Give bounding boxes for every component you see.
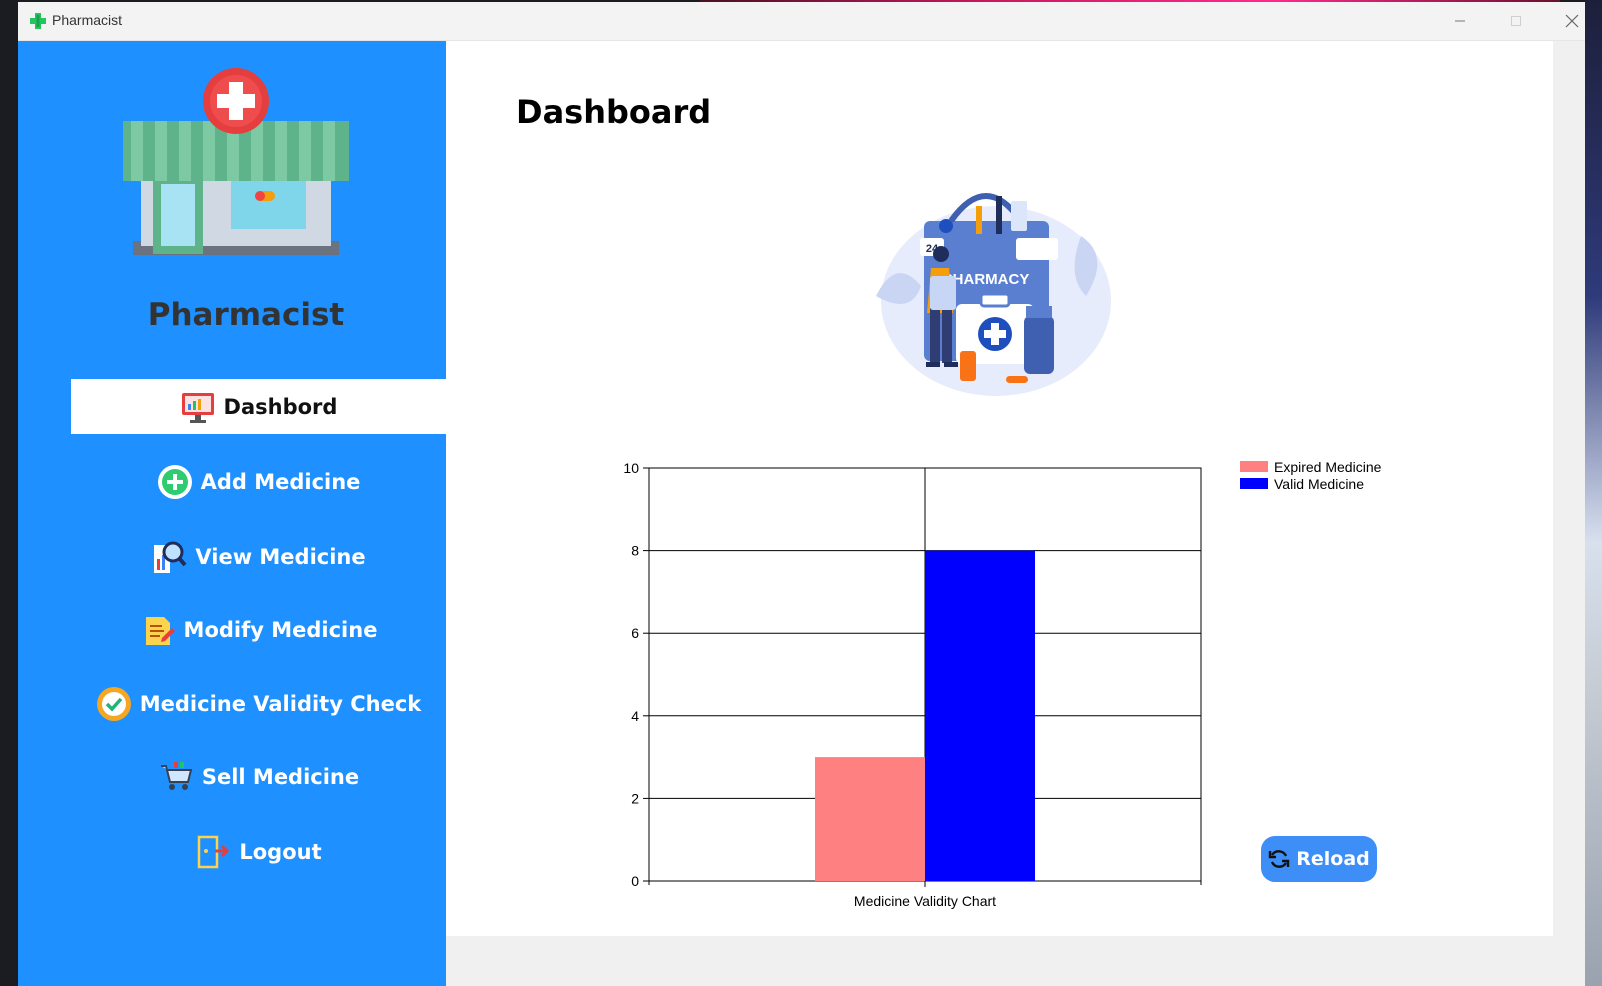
legend-swatch-valid — [1240, 478, 1268, 489]
nav-item-label: Sell Medicine — [201, 764, 360, 789]
legend-swatch-expired — [1240, 461, 1268, 472]
close-button[interactable] — [1544, 2, 1585, 40]
dashboard-monitor-icon — [181, 392, 214, 423]
nav-item-add-medicine[interactable]: Add Medicine — [71, 454, 446, 509]
nav-item-validity-check[interactable]: Medicine Validity Check — [71, 676, 446, 731]
x-category-label: Medicine Validity Chart — [854, 893, 996, 909]
view-magnifier-icon — [154, 541, 187, 573]
logout-door-icon — [198, 835, 230, 868]
nav-item-label: View Medicine — [195, 544, 366, 569]
brand-title: Pharmacist — [147, 297, 345, 333]
check-badge-icon — [96, 686, 131, 721]
nav-item-label: Medicine Validity Check — [139, 691, 422, 716]
y-tick-label: 8 — [631, 543, 639, 559]
nav-item-view-medicine[interactable]: View Medicine — [71, 529, 446, 584]
bar-expired-medicine — [815, 757, 925, 881]
shopping-cart-icon — [160, 761, 193, 790]
legend-label: Valid Medicine — [1274, 475, 1365, 492]
window-title: Pharmacist — [52, 12, 123, 28]
legend-label: Expired Medicine — [1274, 458, 1382, 475]
nav-item-label: Modify Medicine — [183, 617, 378, 642]
pharmacy-store-logo — [123, 68, 349, 255]
y-tick-label: 0 — [631, 873, 639, 889]
y-tick-label: 4 — [631, 708, 639, 724]
y-tick-label: 6 — [631, 625, 639, 641]
maximize-icon — [1511, 16, 1521, 26]
window-bottom-gutter — [446, 936, 1585, 986]
page-title: Dashboard — [516, 93, 712, 131]
nav-item-logout[interactable]: Logout — [71, 824, 446, 879]
bar-valid-medicine — [925, 550, 1035, 881]
app-cross-icon — [30, 13, 46, 29]
nav-item-label: Dashbord — [223, 394, 338, 419]
close-icon — [1565, 14, 1579, 28]
reload-button[interactable]: Reload — [1261, 836, 1377, 882]
legend-item-valid: Valid Medicine — [1240, 475, 1381, 492]
main-panel: Dashboard PHARMACY 24 0 2 4 6 8 10 Medic… — [446, 41, 1553, 936]
nav-item-label: Logout — [239, 839, 322, 864]
nav-item-modify-medicine[interactable]: Modify Medicine — [71, 602, 446, 657]
window-right-gutter — [1553, 41, 1585, 986]
sidebar: Pharmacist Dashbord Add Medicine View Me… — [18, 41, 446, 986]
pharmacy-illustration: PHARMACY 24 — [876, 193, 1111, 396]
app-window: Pharmacist Pharmacist Dashbord Add Medic… — [18, 2, 1585, 986]
reload-label: Reload — [1296, 848, 1370, 870]
nav-item-dashboard[interactable]: Dashbord — [71, 379, 446, 434]
nav-item-sell-medicine[interactable]: Sell Medicine — [71, 749, 446, 804]
legend-item-expired: Expired Medicine — [1240, 458, 1381, 475]
title-bar: Pharmacist — [18, 2, 1585, 41]
reload-icon — [1269, 850, 1290, 868]
maximize-button[interactable] — [1488, 2, 1544, 40]
minimize-icon — [1455, 20, 1465, 22]
nav-item-label: Add Medicine — [200, 469, 361, 494]
edit-note-icon — [145, 616, 175, 645]
add-plus-icon — [157, 464, 192, 499]
desktop-background-edge — [1585, 0, 1602, 986]
chart-legend: Expired Medicine Valid Medicine — [1240, 458, 1381, 492]
minimize-button[interactable] — [1432, 2, 1488, 40]
y-tick-label: 2 — [631, 790, 639, 806]
y-tick-label: 10 — [623, 460, 639, 476]
